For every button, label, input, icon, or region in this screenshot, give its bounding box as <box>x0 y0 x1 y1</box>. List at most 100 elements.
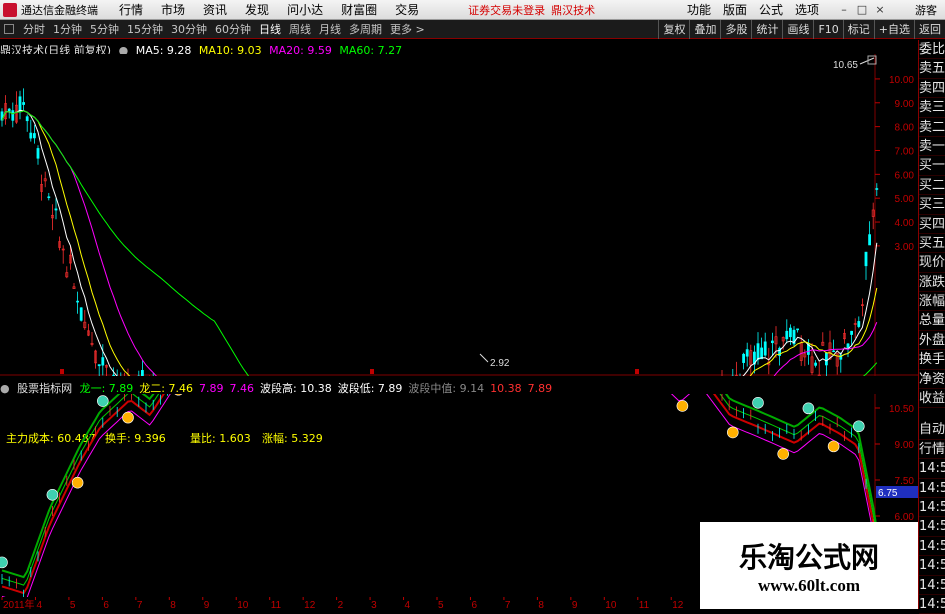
menu-item-options[interactable]: 选项 <box>789 1 825 18</box>
period-daily[interactable]: 日线 <box>255 21 285 37</box>
current-value-text: 6.75 <box>878 488 898 499</box>
date-label: 10 <box>237 600 249 609</box>
date-label: 6 <box>471 600 477 609</box>
date-label: 2011年 <box>3 598 35 609</box>
candle-body <box>22 102 26 105</box>
menu-item-quotes[interactable]: 行情 <box>110 1 152 18</box>
menu-item-layout[interactable]: 版面 <box>717 1 753 18</box>
period-1min[interactable]: 1分钟 <box>49 21 86 37</box>
indicator-stat: 量比: 1.603 <box>190 432 251 445</box>
candle-body <box>846 343 850 348</box>
candle-body <box>112 374 116 376</box>
mark-button[interactable]: 标记 <box>842 19 874 39</box>
menu-item-formula[interactable]: 公式 <box>753 1 789 18</box>
side-panel-item: 自动 <box>919 420 945 440</box>
candle-body <box>29 132 33 139</box>
sub-axis-label: 7.50 <box>895 476 915 487</box>
menu-item-discover[interactable]: 发现 <box>236 1 278 18</box>
event-marker <box>635 369 639 374</box>
watermark-title: 乐淘公式网 <box>738 540 879 574</box>
high-price-marker: 10.65 <box>833 60 858 71</box>
event-marker <box>370 369 374 374</box>
candle-body <box>11 110 15 121</box>
side-panel-item: 换手 <box>919 350 945 370</box>
panel-toggle-icon[interactable] <box>4 24 14 34</box>
kline-chart[interactable]: 10.00 9.00 8.00 7.00 6.00 5.00 4.00 3.00 10.65 2.… <box>0 54 918 376</box>
signal-marker <box>122 411 134 424</box>
date-label: 12 <box>304 600 316 609</box>
login-status-text: 证券交易未登录 <box>468 3 546 17</box>
date-label: 9 <box>572 600 578 609</box>
period-more[interactable]: 更多 > <box>386 21 429 37</box>
app-title: 通达信金融终端 <box>21 3 98 17</box>
maximize-button[interactable]: □ <box>853 3 871 16</box>
side-panel-item: 14:5 <box>919 479 945 498</box>
period-5min[interactable]: 5分钟 <box>86 21 123 37</box>
candle-body <box>756 343 760 360</box>
candle-body <box>7 108 11 112</box>
draw-line-button[interactable]: 画线 <box>782 19 813 39</box>
stats-button[interactable]: 统计 <box>751 19 782 39</box>
period-weekly[interactable]: 周线 <box>285 21 315 37</box>
signal-marker <box>676 400 689 412</box>
side-panel-item: 买五 <box>919 234 945 254</box>
candle-body <box>785 330 789 340</box>
candle-body <box>850 330 854 335</box>
date-label: 12 <box>672 600 684 609</box>
menu-item-function[interactable]: 功能 <box>681 1 717 18</box>
back-button[interactable]: 返回 <box>914 19 945 39</box>
sub-axis-label: 10.50 <box>889 404 914 415</box>
overlay-button[interactable]: 叠加 <box>689 19 720 39</box>
menu-bar: 通达信金融终端 行情 市场 资讯 发现 问小达 财富圈 交易 证券交易未登录 鼎汉… <box>0 0 945 20</box>
close-button[interactable]: × <box>871 3 889 16</box>
candle-body <box>832 350 836 353</box>
side-panel-item: 委比 <box>919 40 945 60</box>
candle-body <box>25 116 29 122</box>
signal-marker <box>802 402 815 415</box>
menu-item-ask[interactable]: 问小达 <box>278 1 332 18</box>
add-watchlist-button[interactable]: +自选 <box>873 19 914 39</box>
minimize-button[interactable]: – <box>835 3 853 16</box>
date-label: 8 <box>538 600 544 609</box>
side-panel-item: 外盘 <box>919 331 945 351</box>
guest-user[interactable]: 游客 <box>915 2 937 18</box>
menu-item-news[interactable]: 资讯 <box>194 1 236 18</box>
candle-body <box>36 148 40 159</box>
signal-marker <box>752 397 764 409</box>
sub-axis-label: 9.00 <box>895 440 915 451</box>
side-panel-item: 买二 <box>919 176 945 196</box>
site-watermark: 乐淘公式网 www.60lt.com <box>700 522 918 609</box>
date-label: 8 <box>170 600 176 609</box>
candle-body <box>47 196 51 199</box>
adjust-button[interactable]: 复权 <box>658 19 689 39</box>
signal-marker <box>726 426 739 439</box>
signal-marker <box>46 488 59 501</box>
side-panel-item: 涨跌 <box>919 273 945 293</box>
side-panel-separator <box>919 408 945 420</box>
candle-body <box>141 370 144 376</box>
f10-button[interactable]: F10 <box>813 19 842 39</box>
period-intraday[interactable]: 分时 <box>19 21 49 37</box>
period-monthly[interactable]: 月线 <box>315 21 345 37</box>
multi-stock-button[interactable]: 多股 <box>720 19 751 39</box>
period-30min[interactable]: 30分钟 <box>167 21 211 37</box>
period-multi[interactable]: 多周期 <box>345 21 386 37</box>
period-60min[interactable]: 60分钟 <box>211 21 255 37</box>
candle-body <box>814 362 818 366</box>
candle-body <box>97 364 101 367</box>
side-panel-item: 买四 <box>919 215 945 234</box>
date-label: 7 <box>505 600 511 609</box>
menu-item-wealth[interactable]: 财富圈 <box>332 1 386 18</box>
side-panel-item: 14:5 <box>919 459 945 479</box>
menu-item-market[interactable]: 市场 <box>152 1 194 18</box>
candle-body <box>760 347 764 360</box>
menu-item-trade[interactable]: 交易 <box>386 1 428 18</box>
side-panel-item: 卖四 <box>919 79 945 99</box>
login-status[interactable]: 证券交易未登录 鼎汉技术 <box>468 2 595 18</box>
side-panel-item: 14:5 <box>919 576 945 595</box>
side-panel-item: 卖一 <box>919 137 945 157</box>
period-15min[interactable]: 15分钟 <box>123 21 167 37</box>
candle-body <box>18 96 22 112</box>
login-brand: 鼎汉技术 <box>551 3 596 17</box>
side-panel-item: 卖二 <box>919 118 945 137</box>
